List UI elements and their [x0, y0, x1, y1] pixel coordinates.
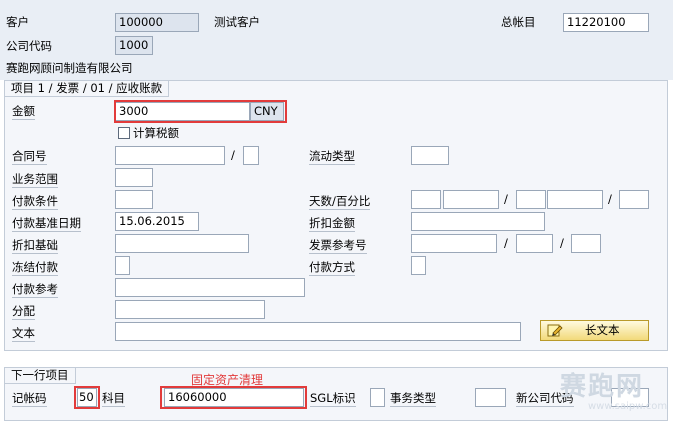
company-code-field[interactable]: 1000 — [115, 36, 153, 55]
invoice-year-field[interactable] — [516, 234, 553, 253]
payment-ref-label: 付款参考 — [12, 282, 58, 298]
customer-description: 测试客户 — [214, 15, 260, 29]
percent2-field[interactable] — [547, 190, 603, 209]
gl-account-label: 总帐目 — [501, 15, 536, 29]
discount-base-label: 折扣基础 — [12, 238, 58, 254]
discount-amount-field[interactable] — [411, 212, 545, 231]
next-item-group-title: 下一行项目 — [5, 368, 76, 384]
payment-block-label: 冻结付款 — [12, 260, 58, 276]
transaction-type-field[interactable] — [475, 388, 506, 407]
flow-type-field[interactable] — [411, 146, 449, 165]
text-field[interactable] — [115, 322, 521, 341]
business-area-field[interactable] — [115, 168, 153, 187]
item-group-title: 项目 1 / 发票 / 01 / 应收账款 — [5, 81, 170, 97]
amount-label: 金额 — [12, 104, 35, 120]
payment-terms-label: 付款条件 — [12, 194, 58, 210]
pencil-note-icon — [547, 322, 563, 338]
days-percent-label: 天数/百分比 — [309, 194, 371, 210]
gl-account-field[interactable]: 11220100 — [563, 13, 649, 32]
customer-label: 客户 — [6, 15, 29, 29]
invoice-slash-2: / — [560, 236, 564, 250]
contract-sub-field[interactable] — [243, 146, 259, 165]
text-label: 文本 — [12, 326, 35, 342]
flow-type-label: 流动类型 — [309, 149, 355, 165]
fixed-asset-clearing-annotation: 固定资产清理 — [191, 373, 264, 387]
payment-block-field[interactable] — [115, 256, 130, 275]
discount-amount-label: 折扣金额 — [309, 216, 355, 232]
company-name: 赛跑网顾问制造有限公司 — [6, 61, 133, 75]
percent1-field[interactable] — [443, 190, 499, 209]
account-label: 科目 — [102, 391, 125, 407]
long-text-button-label: 长文本 — [585, 323, 620, 337]
baseline-date-field[interactable]: 15.06.2015 — [115, 212, 199, 231]
transaction-type-label: 事务类型 — [390, 391, 436, 407]
invoice-item-field[interactable] — [571, 234, 601, 253]
assignment-field[interactable] — [115, 300, 265, 319]
amount-highlight-box — [114, 100, 287, 123]
days1-field[interactable] — [411, 190, 441, 209]
payment-method-field[interactable] — [411, 256, 426, 275]
invoice-slash-1: / — [504, 236, 508, 250]
assignment-label: 分配 — [12, 304, 35, 320]
account-highlight-box — [160, 386, 307, 409]
contract-label: 合同号 — [12, 149, 47, 165]
payment-ref-field[interactable] — [115, 278, 305, 297]
watermark-logo: 赛跑网 — [560, 372, 645, 402]
business-area-label: 业务范围 — [12, 172, 58, 188]
watermark-url: www.saipw.com — [588, 401, 668, 412]
baseline-date-label: 付款基准日期 — [12, 216, 81, 232]
payment-terms-field[interactable] — [115, 190, 153, 209]
sgl-indicator-field[interactable] — [370, 388, 385, 407]
contract-slash: / — [231, 148, 235, 162]
posting-key-label: 记帐码 — [12, 391, 47, 407]
contract-field[interactable] — [115, 146, 225, 165]
sgl-indicator-label: SGL标识 — [310, 391, 356, 407]
days-slash-2: / — [608, 192, 612, 206]
days-slash-1: / — [504, 192, 508, 206]
invoice-ref-label: 发票参考号 — [309, 238, 367, 254]
posting-key-highlight-box — [74, 386, 100, 409]
invoice-ref-field[interactable] — [411, 234, 497, 253]
discount-base-field[interactable] — [115, 234, 249, 253]
company-code-label: 公司代码 — [6, 39, 52, 53]
customer-field[interactable]: 100000 — [115, 13, 199, 32]
long-text-button[interactable]: 长文本 — [540, 320, 649, 341]
days3-field[interactable] — [619, 190, 649, 209]
calc-tax-checkbox[interactable] — [118, 127, 130, 139]
days2-field[interactable] — [516, 190, 546, 209]
payment-method-label: 付款方式 — [309, 260, 355, 276]
calc-tax-label: 计算税额 — [133, 126, 179, 140]
